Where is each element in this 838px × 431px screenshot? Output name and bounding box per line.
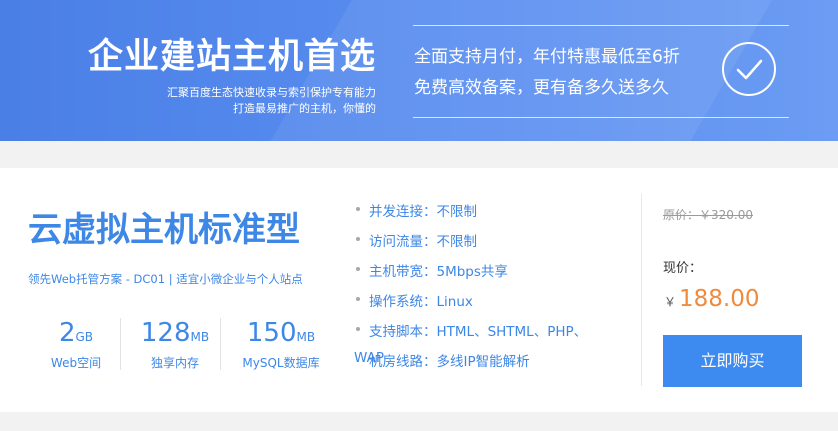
spec-value: 128 <box>140 318 191 348</box>
spec-unit: MB <box>190 330 210 344</box>
bullet-icon <box>356 237 360 241</box>
feature-item: 主机带宽：5Mbps共享 <box>356 260 587 290</box>
spec-unit: GB <box>75 330 94 344</box>
spec-web-space: 2GB Web空间 <box>30 318 122 371</box>
buy-now-button[interactable]: 立即购买 <box>663 335 802 387</box>
product-card: 云虚拟主机标准型 领先Web托管方案 - DC01 | 适宜小微企业与个人站点 … <box>0 168 838 412</box>
spec-mysql: 150MB MySQL数据库 <box>227 318 335 371</box>
feature-text: 机房线路：多线IP智能解析 <box>369 354 530 370</box>
spec-divider <box>120 318 121 370</box>
promo-banner: 企业建站主机首选 汇聚百度生态快速收录与索引保护专有能力 打造最易推广的主机，你… <box>0 0 838 141</box>
current-price-label: 现价： <box>663 261 703 276</box>
banner-subtitle-line1: 汇聚百度生态快速收录与索引保护专有能力 <box>167 86 376 99</box>
spec-label: Web空间 <box>50 356 102 370</box>
spec-label: 独享内存 <box>150 356 199 370</box>
feature-item: 操作系统：Linux <box>356 290 587 320</box>
product-description: 领先Web托管方案 - DC01 | 适宜小微企业与个人站点 <box>28 272 303 286</box>
original-price: 原价：￥320.00 <box>663 208 753 222</box>
feature-item: 访问流量：不限制 <box>356 230 587 260</box>
bullet-icon <box>356 297 360 301</box>
feature-item-overlap: WAP 机房线路：多线IP智能解析 <box>354 350 530 370</box>
current-price: ￥ 188.00 <box>664 286 760 312</box>
spec-divider <box>220 318 221 370</box>
price-divider <box>641 194 642 386</box>
feature-text: 主机带宽：5Mbps共享 <box>369 264 508 280</box>
page-bottom-strip <box>0 412 838 431</box>
banner-divider-bottom <box>413 117 789 118</box>
feature-text: 访问流量：不限制 <box>369 234 477 250</box>
spec-label: MySQL数据库 <box>242 356 320 370</box>
bullet-icon <box>356 207 360 211</box>
spec-value: 150 <box>246 318 297 348</box>
banner-subtitle-line2: 打造最易推广的主机，你懂的 <box>233 102 376 115</box>
spec-value: 2 <box>58 318 76 348</box>
feature-item: 并发连接：不限制 <box>356 200 587 230</box>
product-title: 云虚拟主机标准型 <box>28 210 300 250</box>
spec-unit: MB <box>296 330 316 344</box>
banner-divider-top <box>413 25 789 26</box>
currency-symbol: ￥ <box>664 295 677 309</box>
spec-memory: 128MB 独享内存 <box>129 318 221 371</box>
feature-text: 支持脚本：HTML、SHTML、PHP、 <box>369 324 588 340</box>
bullet-icon <box>356 327 360 331</box>
bullet-icon <box>356 267 360 271</box>
banner-title: 企业建站主机首选 <box>88 37 377 77</box>
banner-feature-line1: 全面支持月付，年付特惠最低至6折 <box>414 47 680 67</box>
feature-list: 并发连接：不限制 访问流量：不限制 主机带宽：5Mbps共享 操作系统：Linu… <box>356 200 587 350</box>
feature-item: 支持脚本：HTML、SHTML、PHP、 <box>356 320 587 350</box>
check-circle-icon <box>722 42 776 96</box>
feature-text: 操作系统：Linux <box>369 294 473 310</box>
banner-feature-line2: 免费高效备案，更有备多久送多久 <box>414 78 669 98</box>
price-value: 188.00 <box>679 286 760 312</box>
feature-text: 并发连接：不限制 <box>369 204 477 220</box>
